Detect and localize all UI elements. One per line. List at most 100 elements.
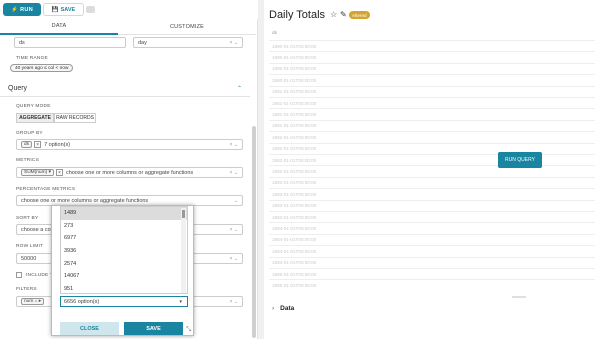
options-scrollbar[interactable] — [181, 208, 186, 293]
table-row: 1881-01-01T00:00:00 — [269, 85, 595, 97]
table-row: 1883-01-01T00:00:00 — [269, 211, 595, 222]
list-item[interactable]: 14067 — [61, 270, 187, 283]
filter-options-list[interactable]: 1489 273 6977 3936 2574 14067 951 — [60, 206, 188, 294]
table-row: 1882-01-01T00:00:00 — [269, 142, 595, 154]
group-by-select[interactable]: ds × 7 option(s) × ⌄ — [16, 139, 243, 150]
chevron-down-icon[interactable]: ⌄ — [234, 198, 238, 204]
star-icon[interactable]: ☆ — [330, 10, 337, 19]
save-label: SAVE — [60, 6, 76, 13]
divider — [0, 96, 250, 97]
row-limit-value: 50000 — [21, 255, 37, 262]
table-row: 1882-01-01T00:00:00 — [269, 165, 595, 176]
toolbar: ⚡ RUN 💾 SAVE — [0, 0, 258, 19]
table-row: 1881-01-01T00:00:00 — [269, 108, 595, 119]
list-item[interactable]: 951 — [61, 283, 187, 293]
include-time-checkbox[interactable] — [16, 272, 22, 278]
chevron-right-icon: › — [272, 305, 275, 312]
status-badge: Altered — [349, 11, 370, 19]
save-filter-button[interactable]: SAVE — [124, 322, 183, 335]
group-by-more: 7 option(s) — [44, 141, 71, 148]
table-row: 1880-01-01T00:00:00 — [269, 62, 595, 74]
lightning-icon: ⚡ — [11, 6, 19, 13]
table-row: 1882-01-01T00:00:00 — [269, 154, 595, 165]
filters-label: FILTERS — [16, 287, 37, 292]
table-row: 1880-01-01T00:00:00 — [269, 74, 595, 85]
resize-handle-icon[interactable]: ⤡ — [186, 327, 191, 334]
chart-panel: Daily Totals ☆ ✎ Altered ds 1880-01-01T0… — [264, 0, 600, 339]
remove-tag-icon[interactable]: × — [34, 141, 42, 148]
table-row: 1884-01-01T00:00:00 — [269, 256, 595, 268]
list-item[interactable]: 6977 — [61, 232, 187, 245]
group-by-label: GROUP BY — [16, 131, 43, 136]
remove-tag-icon[interactable]: × — [55, 169, 63, 176]
sort-placeholder: choose a co — [21, 226, 51, 233]
panel-scrollbar[interactable] — [252, 126, 256, 338]
floppy-disk-icon: 💾 — [51, 6, 59, 13]
sort-by-label: SORT BY — [16, 216, 39, 221]
clear-icon[interactable]: × ⌄ — [230, 142, 239, 148]
table-row: 1883-01-01T00:00:00 — [269, 199, 595, 211]
data-section-label: Data — [280, 305, 295, 312]
metrics-placeholder: choose one or more columns or aggregate … — [65, 169, 194, 176]
clear-icon[interactable]: × ⌄ — [230, 299, 239, 305]
save-button[interactable]: 💾 SAVE — [43, 3, 84, 16]
clear-icon[interactable]: × ⌄ — [230, 170, 239, 176]
metrics-label: METRICS — [16, 158, 39, 163]
table-row: 1882-01-01T00:00:00 — [269, 131, 595, 142]
data-section-toggle[interactable]: › Data — [272, 305, 294, 312]
control-panel: ⚡ RUN 💾 SAVE DATA CUSTOMIZE ds day × ⌄ T… — [0, 0, 258, 339]
table-row: 1880-01-01T00:00:00 — [269, 51, 595, 62]
table-row: 1880-01-01T00:00:00 — [269, 40, 595, 51]
row-limit-label: ROW LIMIT — [16, 244, 44, 249]
query-mode-aggregate[interactable]: AGGREGATE — [16, 113, 54, 123]
list-item[interactable]: 273 — [61, 220, 187, 233]
chevron-up-icon[interactable]: ⌃ — [237, 85, 242, 92]
clear-icon[interactable]: × ⌄ — [230, 40, 239, 46]
time-grain-value: day — [138, 39, 147, 46]
list-item[interactable]: 1489 — [61, 207, 187, 220]
filter-tag[interactable]: num = ▸ — [21, 298, 45, 305]
metrics-select[interactable]: SUM(num) ▾ × choose one or more columns … — [16, 167, 243, 178]
filter-popover: 1489 273 6977 3936 2574 14067 951 6656 o… — [51, 205, 194, 336]
query-section-title: Query — [8, 85, 28, 92]
column-header: ds — [272, 31, 278, 36]
tab-customize[interactable]: CUSTOMIZE — [118, 19, 256, 35]
list-item[interactable]: 2574 — [61, 257, 187, 270]
panel-tabs: DATA CUSTOMIZE — [0, 19, 258, 35]
metrics-tag[interactable]: SUM(num) ▾ — [21, 169, 54, 176]
query-mode-raw-records[interactable]: RAW RECORDS — [54, 113, 96, 123]
run-query-button[interactable]: RUN QUERY — [498, 152, 542, 168]
table-row: 1881-01-01T00:00:00 — [269, 119, 595, 131]
edit-icon[interactable]: ✎ — [340, 10, 347, 19]
table-row: 1884-01-01T00:00:00 — [269, 233, 595, 245]
table-row: 1885-01-01T00:00:00 — [269, 279, 595, 290]
more-button[interactable] — [86, 6, 95, 13]
page-title: Daily Totals — [269, 9, 326, 21]
close-button[interactable]: CLOSE — [60, 322, 119, 335]
time-column-value: ds — [19, 39, 25, 46]
group-by-tag[interactable]: ds — [21, 141, 33, 148]
list-item[interactable]: 3936 — [61, 245, 187, 258]
time-range-label: TIME RANGE — [16, 56, 48, 61]
table-row: 1883-01-01T00:00:00 — [269, 188, 595, 199]
caret-down-icon[interactable]: ▾ — [179, 299, 182, 305]
percentage-placeholder: choose one or more columns or aggregate … — [21, 197, 149, 204]
query-mode-label: QUERY MODE — [16, 104, 51, 109]
time-column-select[interactable]: ds — [14, 37, 126, 48]
pager — [512, 296, 526, 298]
filter-input-placeholder: 6656 option(s) — [64, 298, 100, 305]
clear-icon[interactable]: × ⌄ — [230, 227, 239, 233]
table-row: 1885-01-01T00:00:00 — [269, 268, 595, 279]
filter-value-input[interactable]: 6656 option(s) ▾ — [60, 296, 188, 307]
run-label: RUN — [20, 6, 33, 13]
percentage-metrics-label: PERCENTAGE METRICS — [16, 187, 76, 192]
time-range-pill[interactable]: 40 years ago ≤ col < now — [10, 64, 74, 72]
table-row: 1884-01-01T00:00:00 — [269, 245, 595, 256]
clear-icon[interactable]: × ⌄ — [230, 256, 239, 262]
run-button[interactable]: ⚡ RUN — [3, 3, 41, 16]
table-row: 1881-01-01T00:00:00 — [269, 97, 595, 108]
table-row: 1884-01-01T00:00:00 — [269, 222, 595, 233]
tab-data[interactable]: DATA — [0, 19, 118, 35]
time-grain-select[interactable]: day × ⌄ — [133, 37, 243, 48]
table-row: 1883-01-01T00:00:00 — [269, 176, 595, 188]
